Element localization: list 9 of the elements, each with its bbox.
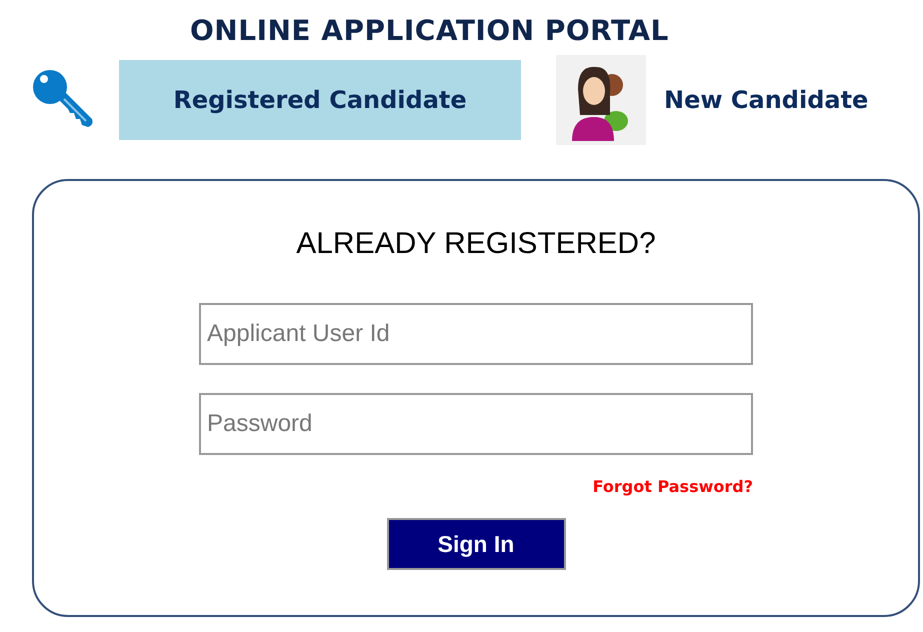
sign-in-button[interactable]: Sign In [386, 518, 566, 570]
tab[interactable]: New Candidate [654, 60, 878, 140]
forgot-password-link[interactable]: Forgot Password? [592, 477, 753, 496]
input-field[interactable]: Password [199, 393, 753, 455]
login-heading: ALREADY REGISTERED? [296, 227, 656, 261]
portal-title: ONLINE APPLICATION PORTAL [190, 14, 669, 47]
people-icon [556, 55, 646, 145]
tab[interactable]: Registered Candidate [119, 60, 521, 140]
input-field[interactable]: Applicant User Id [199, 303, 753, 365]
